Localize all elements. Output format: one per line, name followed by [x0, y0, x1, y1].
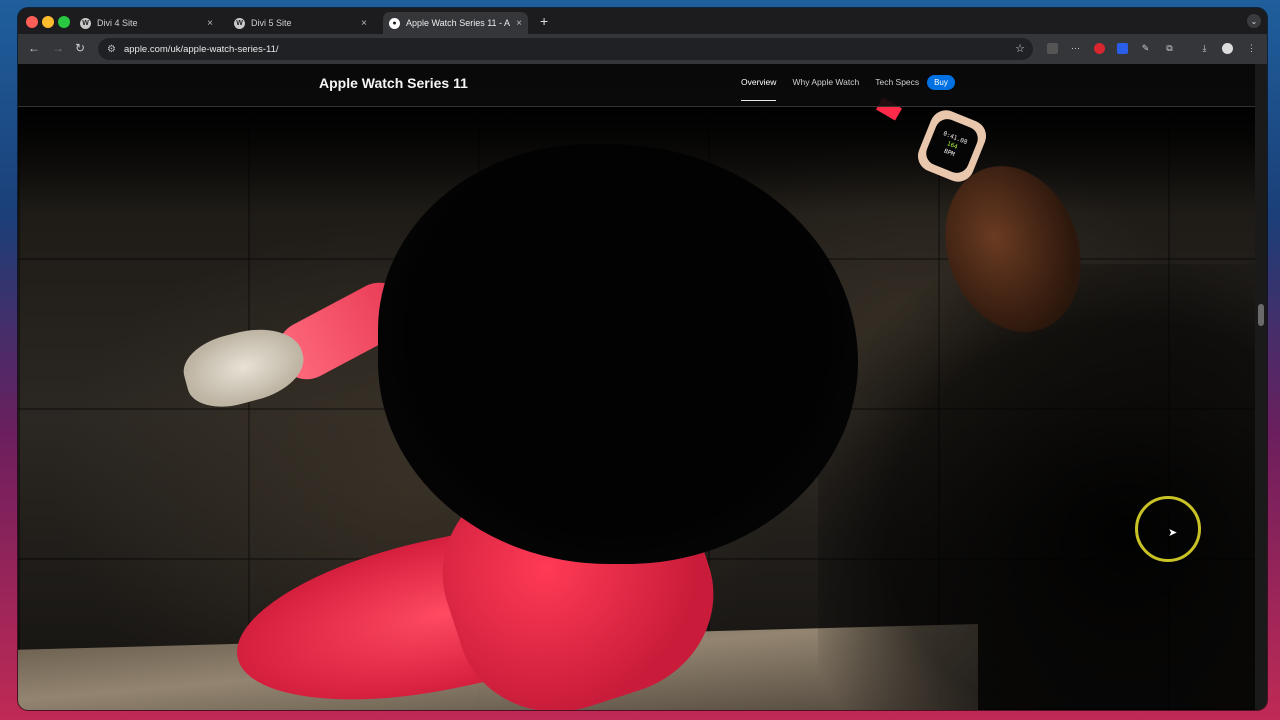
tab-title: Divi 4 Site — [97, 18, 138, 28]
product-title[interactable]: Apple Watch Series 11 — [319, 75, 468, 91]
close-tab-icon[interactable]: × — [361, 18, 367, 29]
scroll-thumb[interactable] — [1258, 304, 1264, 326]
buy-button[interactable]: Buy — [927, 75, 955, 90]
minimize-window-icon[interactable] — [42, 16, 54, 28]
close-tab-icon[interactable]: × — [516, 18, 522, 29]
tab-title: Divi 5 Site — [251, 18, 292, 28]
apple-icon: ● — [389, 17, 400, 29]
product-local-nav: Apple Watch Series 11 Overview Why Apple… — [18, 64, 1255, 107]
more-extensions-icon[interactable]: ⋯ — [1070, 43, 1081, 54]
nav-link-tech-specs[interactable]: Tech Specs — [875, 77, 919, 87]
kebab-menu-icon[interactable]: ⋮ — [1246, 43, 1257, 54]
tab-search-icon[interactable]: ⌄ — [1247, 14, 1261, 28]
puzzle-icon[interactable]: ⧉ — [1164, 43, 1175, 54]
web-page: 0:41.08 164 BPM Apple Watch Series 11 Ov… — [18, 64, 1255, 710]
vertical-scrollbar[interactable] — [1255, 64, 1267, 710]
wordpress-icon: W — [80, 17, 91, 29]
extension-red-icon[interactable] — [1094, 43, 1105, 54]
tab-strip: W Divi 4 Site × W Divi 5 Site × ● Apple … — [18, 8, 1267, 34]
nav-link-why-apple-watch[interactable]: Why Apple Watch — [792, 77, 859, 87]
close-tab-icon[interactable]: × — [207, 18, 213, 29]
reload-icon[interactable]: ↻ — [75, 41, 85, 55]
close-window-icon[interactable] — [26, 16, 38, 28]
tab-divi-5[interactable]: W Divi 5 Site × — [228, 12, 373, 34]
mouse-pointer-icon: ➤ — [1168, 527, 1178, 539]
profile-avatar[interactable] — [1222, 43, 1233, 54]
extension-icon[interactable] — [1047, 43, 1058, 54]
nav-link-overview[interactable]: Overview — [741, 77, 777, 101]
product-nav-links: Overview Why Apple Watch Tech Specs — [741, 77, 935, 101]
extension-blue-icon[interactable] — [1117, 43, 1128, 54]
new-tab-button[interactable]: + — [540, 13, 548, 29]
toolbar: ← → ↻ ⚙ apple.com/uk/apple-watch-series-… — [18, 34, 1267, 64]
site-settings-icon[interactable]: ⚙ — [107, 44, 116, 55]
watch-screen: 0:41.08 164 BPM — [922, 115, 982, 177]
forward-arrow-icon[interactable]: → — [52, 41, 64, 55]
wordpress-icon: W — [234, 17, 245, 29]
tab-divi-4[interactable]: W Divi 4 Site × — [74, 12, 219, 34]
download-icon[interactable]: ⤓ — [1199, 43, 1210, 54]
tab-title: Apple Watch Series 11 - Appl — [406, 18, 511, 28]
pen-icon[interactable]: ✎ — [1140, 43, 1151, 54]
bookmark-star-icon[interactable]: ☆ — [1015, 42, 1025, 55]
maximize-window-icon[interactable] — [58, 16, 70, 28]
back-arrow-icon[interactable]: ← — [28, 41, 40, 55]
url-text: apple.com/uk/apple-watch-series-11/ — [123, 43, 279, 55]
address-bar[interactable]: ⚙ apple.com/uk/apple-watch-series-11/ ☆ — [98, 38, 1033, 60]
browser-window: W Divi 4 Site × W Divi 5 Site × ● Apple … — [18, 8, 1267, 710]
tab-apple-watch[interactable]: ● Apple Watch Series 11 - Appl × — [383, 12, 528, 34]
